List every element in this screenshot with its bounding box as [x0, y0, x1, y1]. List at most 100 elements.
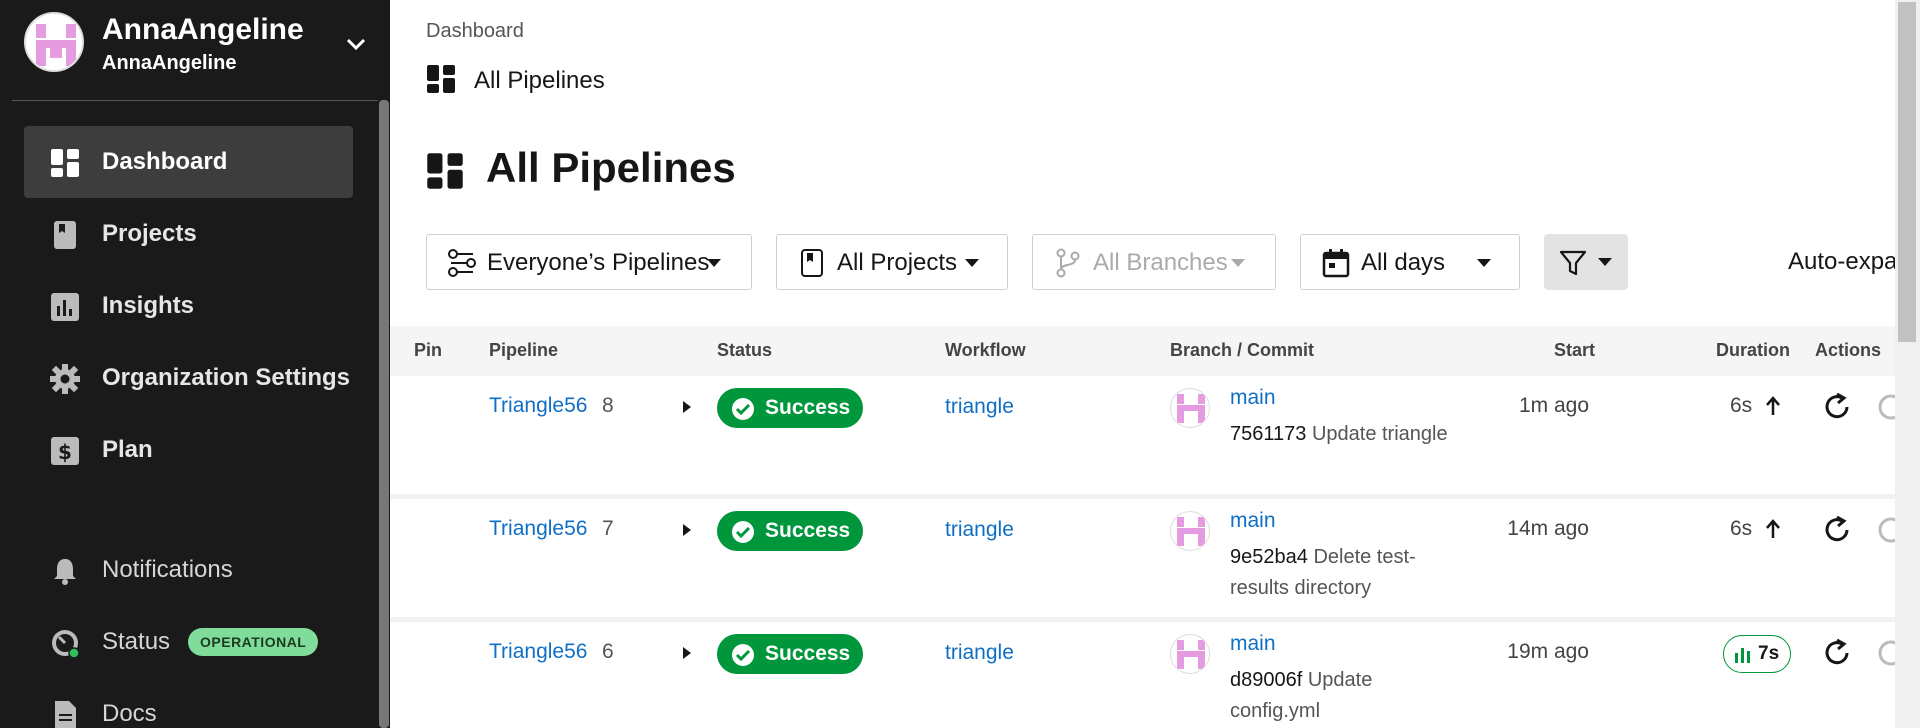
pipelines-filter-label: Everyone’s Pipelines — [487, 249, 710, 276]
table-row[interactable]: Triangle56 6 Success triangle main d8900… — [390, 622, 1895, 728]
days-filter-dropdown[interactable]: All days — [1300, 234, 1520, 290]
pipeline-project-link[interactable]: Triangle56 — [489, 640, 587, 664]
svg-text:$: $ — [58, 440, 72, 464]
dashboard-icon — [426, 64, 456, 94]
commit-hash[interactable]: 7561173 — [1230, 423, 1306, 445]
check-circle-icon — [732, 398, 754, 420]
org-name: AnnaAngeline — [102, 13, 304, 46]
pipeline-project-link[interactable]: Triangle56 — [489, 517, 587, 541]
workflow-link[interactable]: triangle — [945, 518, 1014, 542]
advanced-filter-button[interactable] — [1544, 234, 1628, 290]
sidebar-item-status[interactable]: Status OPERATIONAL — [24, 606, 353, 678]
column-header-pin: Pin — [414, 340, 443, 360]
arrow-up-icon — [1766, 519, 1780, 538]
duration-value: 6s — [1730, 517, 1753, 540]
filter-icon — [1558, 248, 1588, 278]
column-header-status: Status — [717, 340, 773, 360]
workflow-link[interactable]: triangle — [945, 641, 1014, 665]
pipelines-icon — [447, 248, 477, 278]
branches-filter-label: All Branches — [1093, 249, 1228, 276]
commit-hash[interactable]: 9e52ba4 — [1230, 546, 1308, 568]
rerun-icon[interactable] — [1820, 390, 1854, 424]
sidebar-item-dashboard[interactable]: Dashboard — [24, 126, 353, 198]
days-filter-label: All days — [1361, 249, 1446, 276]
expand-row-icon[interactable] — [683, 647, 691, 659]
pipeline-number: 8 — [602, 394, 614, 417]
sidebar-divider — [12, 100, 378, 101]
column-header-duration: Duration — [1716, 340, 1790, 360]
dollar-icon: $ — [50, 436, 80, 466]
duration-badge[interactable]: 7s — [1723, 635, 1791, 673]
pipeline-project-link[interactable]: Triangle56 — [489, 394, 587, 418]
caret-down-icon — [1598, 258, 1612, 266]
sidebar-item-label: Projects — [102, 220, 197, 247]
table-row[interactable]: Triangle56 8 Success triangle main 75611… — [390, 376, 1895, 494]
duration-value: 6s — [1730, 394, 1753, 417]
speedometer-icon — [50, 628, 80, 659]
status-badge[interactable]: Success — [717, 511, 863, 551]
sidebar-item-projects[interactable]: Projects — [24, 198, 353, 270]
branch-link[interactable]: main — [1230, 632, 1276, 656]
sidebar-item-label: Insights — [102, 292, 195, 319]
chevron-down-icon[interactable] — [342, 30, 370, 58]
projects-filter-dropdown[interactable]: All Projects — [776, 234, 1008, 290]
auto-expand-toggle-label[interactable]: Auto-expa — [1788, 248, 1895, 276]
sidebar-item-notifications[interactable]: Notifications — [24, 534, 353, 606]
branch-link[interactable]: main — [1230, 386, 1276, 410]
rerun-icon[interactable] — [1820, 513, 1854, 547]
workflow-link[interactable]: triangle — [945, 395, 1014, 419]
sidebar-item-organization-settings[interactable]: Organization Settings — [24, 342, 353, 414]
cancel-icon[interactable] — [1874, 390, 1895, 424]
table-header: Pin Pipeline Status Workflow Branch / Co… — [390, 326, 1895, 376]
document-icon — [50, 700, 80, 728]
status-label: Success — [765, 642, 851, 665]
rerun-icon[interactable] — [1820, 636, 1854, 670]
calendar-icon — [1321, 248, 1351, 278]
expand-row-icon[interactable] — [683, 524, 691, 536]
caret-down-icon — [965, 259, 979, 267]
bell-icon — [50, 556, 80, 586]
sidebar-item-plan[interactable]: $ Plan — [24, 414, 353, 486]
pipelines-filter-dropdown[interactable]: Everyone’s Pipelines — [426, 234, 752, 290]
projects-icon — [50, 220, 80, 250]
sidebar: AnnaAngeline AnnaAngeline Dashboard Proj… — [0, 0, 390, 728]
avatar — [1170, 634, 1210, 674]
cancel-icon[interactable] — [1874, 636, 1895, 670]
table-row[interactable]: Triangle56 7 Success triangle main 9e52b… — [390, 499, 1895, 617]
status-label: Success — [765, 396, 851, 419]
commit-info[interactable]: 9e52ba4 Delete test-results directory — [1230, 542, 1450, 604]
status-badge[interactable]: Success — [717, 388, 863, 428]
caret-down-icon — [1231, 259, 1245, 267]
start-time: 1m ago — [1518, 394, 1589, 417]
branches-filter-dropdown[interactable]: All Branches — [1032, 234, 1276, 290]
commit-info[interactable]: 7561173 Update triangle — [1230, 419, 1450, 450]
sidebar-scrollbar-thumb[interactable] — [379, 100, 389, 728]
column-header-actions: Actions — [1815, 340, 1882, 360]
commit-hash[interactable]: d89006f — [1230, 669, 1302, 691]
expand-row-icon[interactable] — [683, 401, 691, 413]
sidebar-item-insights[interactable]: Insights — [24, 270, 353, 342]
status-label: Success — [765, 519, 851, 542]
org-subtitle: AnnaAngeline — [102, 52, 237, 74]
sidebar-item-label: Plan — [102, 436, 153, 463]
column-header-start: Start — [1554, 340, 1596, 360]
commit-info[interactable]: d89006f Update config.yml — [1230, 665, 1450, 727]
check-circle-icon — [732, 521, 754, 543]
column-header-branch-commit: Branch / Commit — [1170, 340, 1315, 360]
main-content: Dashboard All Pipelines All Pipelines Ev… — [390, 0, 1895, 728]
branch-link[interactable]: main — [1230, 509, 1276, 533]
breadcrumb[interactable]: Dashboard — [426, 20, 524, 43]
status-badge[interactable]: Success — [717, 634, 863, 674]
sidebar-item-label: Docs — [102, 700, 157, 727]
cancel-icon[interactable] — [1874, 513, 1895, 547]
gear-icon — [50, 364, 80, 394]
column-header-workflow: Workflow — [945, 340, 1026, 360]
sidebar-item-docs[interactable]: Docs — [24, 678, 353, 728]
org-switcher[interactable]: AnnaAngeline AnnaAngeline — [24, 12, 374, 78]
insights-icon — [50, 292, 80, 322]
commit-message: Update triangle — [1311, 423, 1448, 445]
page-scrollbar-thumb[interactable] — [1898, 2, 1916, 342]
bar-chart-icon — [1735, 648, 1750, 663]
sidebar-item-label: Notifications — [102, 556, 233, 583]
arrow-up-icon — [1766, 396, 1780, 415]
